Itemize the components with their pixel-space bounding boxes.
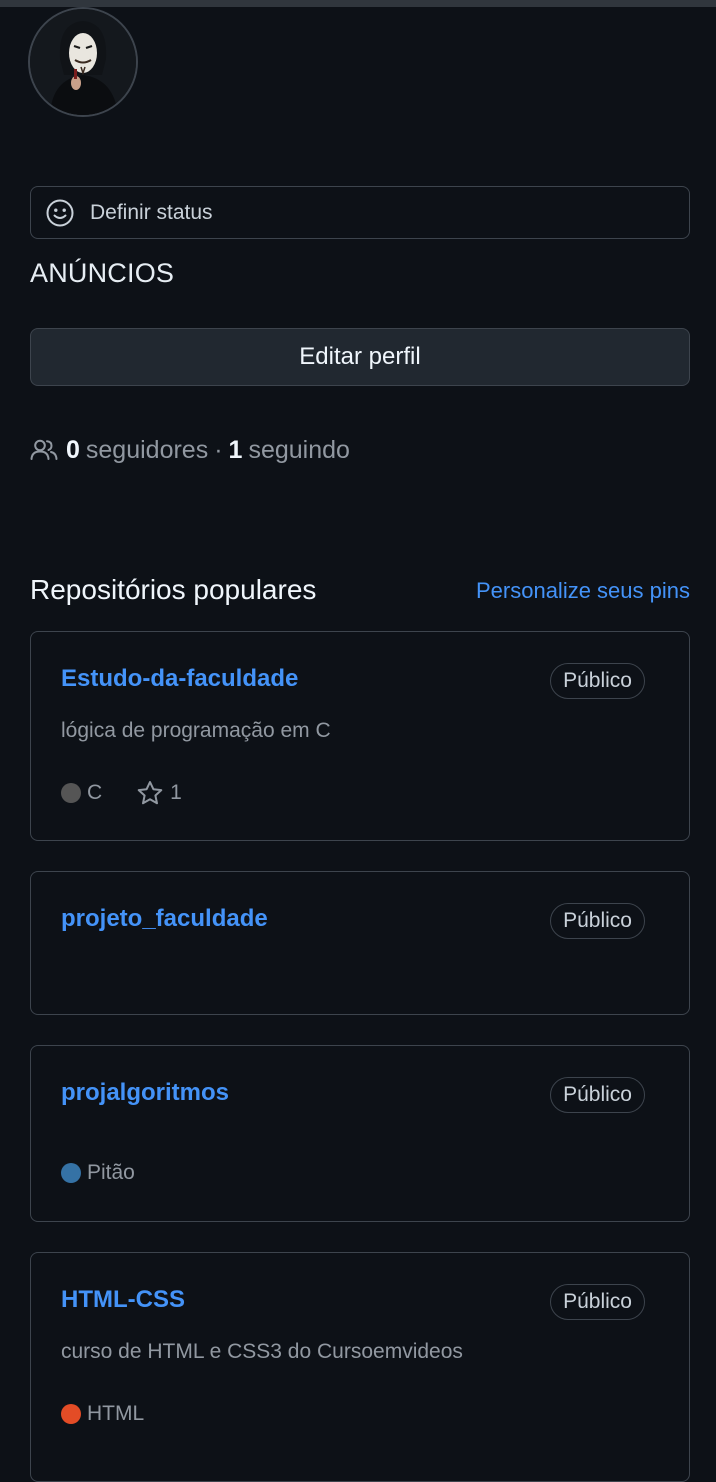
popular-repos-heading: Repositórios populares [30, 574, 317, 605]
following-count[interactable]: 1 [229, 436, 243, 465]
avatar-image [30, 9, 136, 115]
repo-description: curso de HTML e CSS3 do Cursoemvideos [61, 1340, 463, 1363]
follow-separator: · [214, 435, 223, 464]
language-color-dot [61, 1163, 81, 1183]
repo-language: C [87, 781, 103, 804]
repo-name-link[interactable]: projeto_faculdade [61, 905, 268, 933]
language-color-dot [61, 783, 81, 803]
edit-profile-button[interactable]: Editar perfil [30, 328, 690, 386]
repo-card: projeto_faculdade Público [30, 871, 690, 1015]
repo-card: HTML-CSS Público curso de HTML e CSS3 do… [30, 1252, 690, 1482]
repo-language: HTML [87, 1402, 145, 1425]
announcements-heading: ANÚNCIOS [30, 258, 175, 288]
stars-link[interactable]: 1 [136, 780, 182, 806]
set-status-button[interactable]: Definir status [30, 186, 690, 239]
repo-meta: C 1 [61, 780, 182, 806]
star-icon [137, 781, 163, 805]
people-icon [30, 439, 58, 460]
followers-label[interactable]: seguidores [86, 436, 208, 465]
followers-count[interactable]: 0 [66, 436, 80, 465]
visibility-badge: Público [550, 903, 645, 939]
stars-count: 1 [170, 781, 182, 804]
repo-meta: Pitão [61, 1161, 135, 1185]
follow-stats: 0 seguidores · 1 seguindo [30, 432, 350, 468]
repo-name-link[interactable]: projalgoritmos [61, 1079, 229, 1107]
top-bar [0, 0, 716, 7]
visibility-badge: Público [550, 1284, 645, 1320]
following-label[interactable]: seguindo [248, 436, 349, 465]
customize-pins-link[interactable]: Personalize seus pins [476, 578, 690, 604]
language-color-dot [61, 1404, 81, 1424]
repo-card: projalgoritmos Público Pitão [30, 1045, 690, 1222]
avatar[interactable] [28, 7, 138, 117]
set-status-label: Definir status [90, 200, 213, 224]
visibility-badge: Público [550, 1077, 645, 1113]
repo-card: Estudo-da-faculdade Público lógica de pr… [30, 631, 690, 841]
repo-name-link[interactable]: HTML-CSS [61, 1286, 185, 1314]
repo-name-link[interactable]: Estudo-da-faculdade [61, 665, 298, 693]
repo-language: Pitão [87, 1161, 135, 1184]
repo-description: lógica de programação em C [61, 719, 331, 742]
visibility-badge: Público [550, 663, 645, 699]
repo-meta: HTML [61, 1402, 144, 1426]
smiley-icon [46, 199, 74, 226]
